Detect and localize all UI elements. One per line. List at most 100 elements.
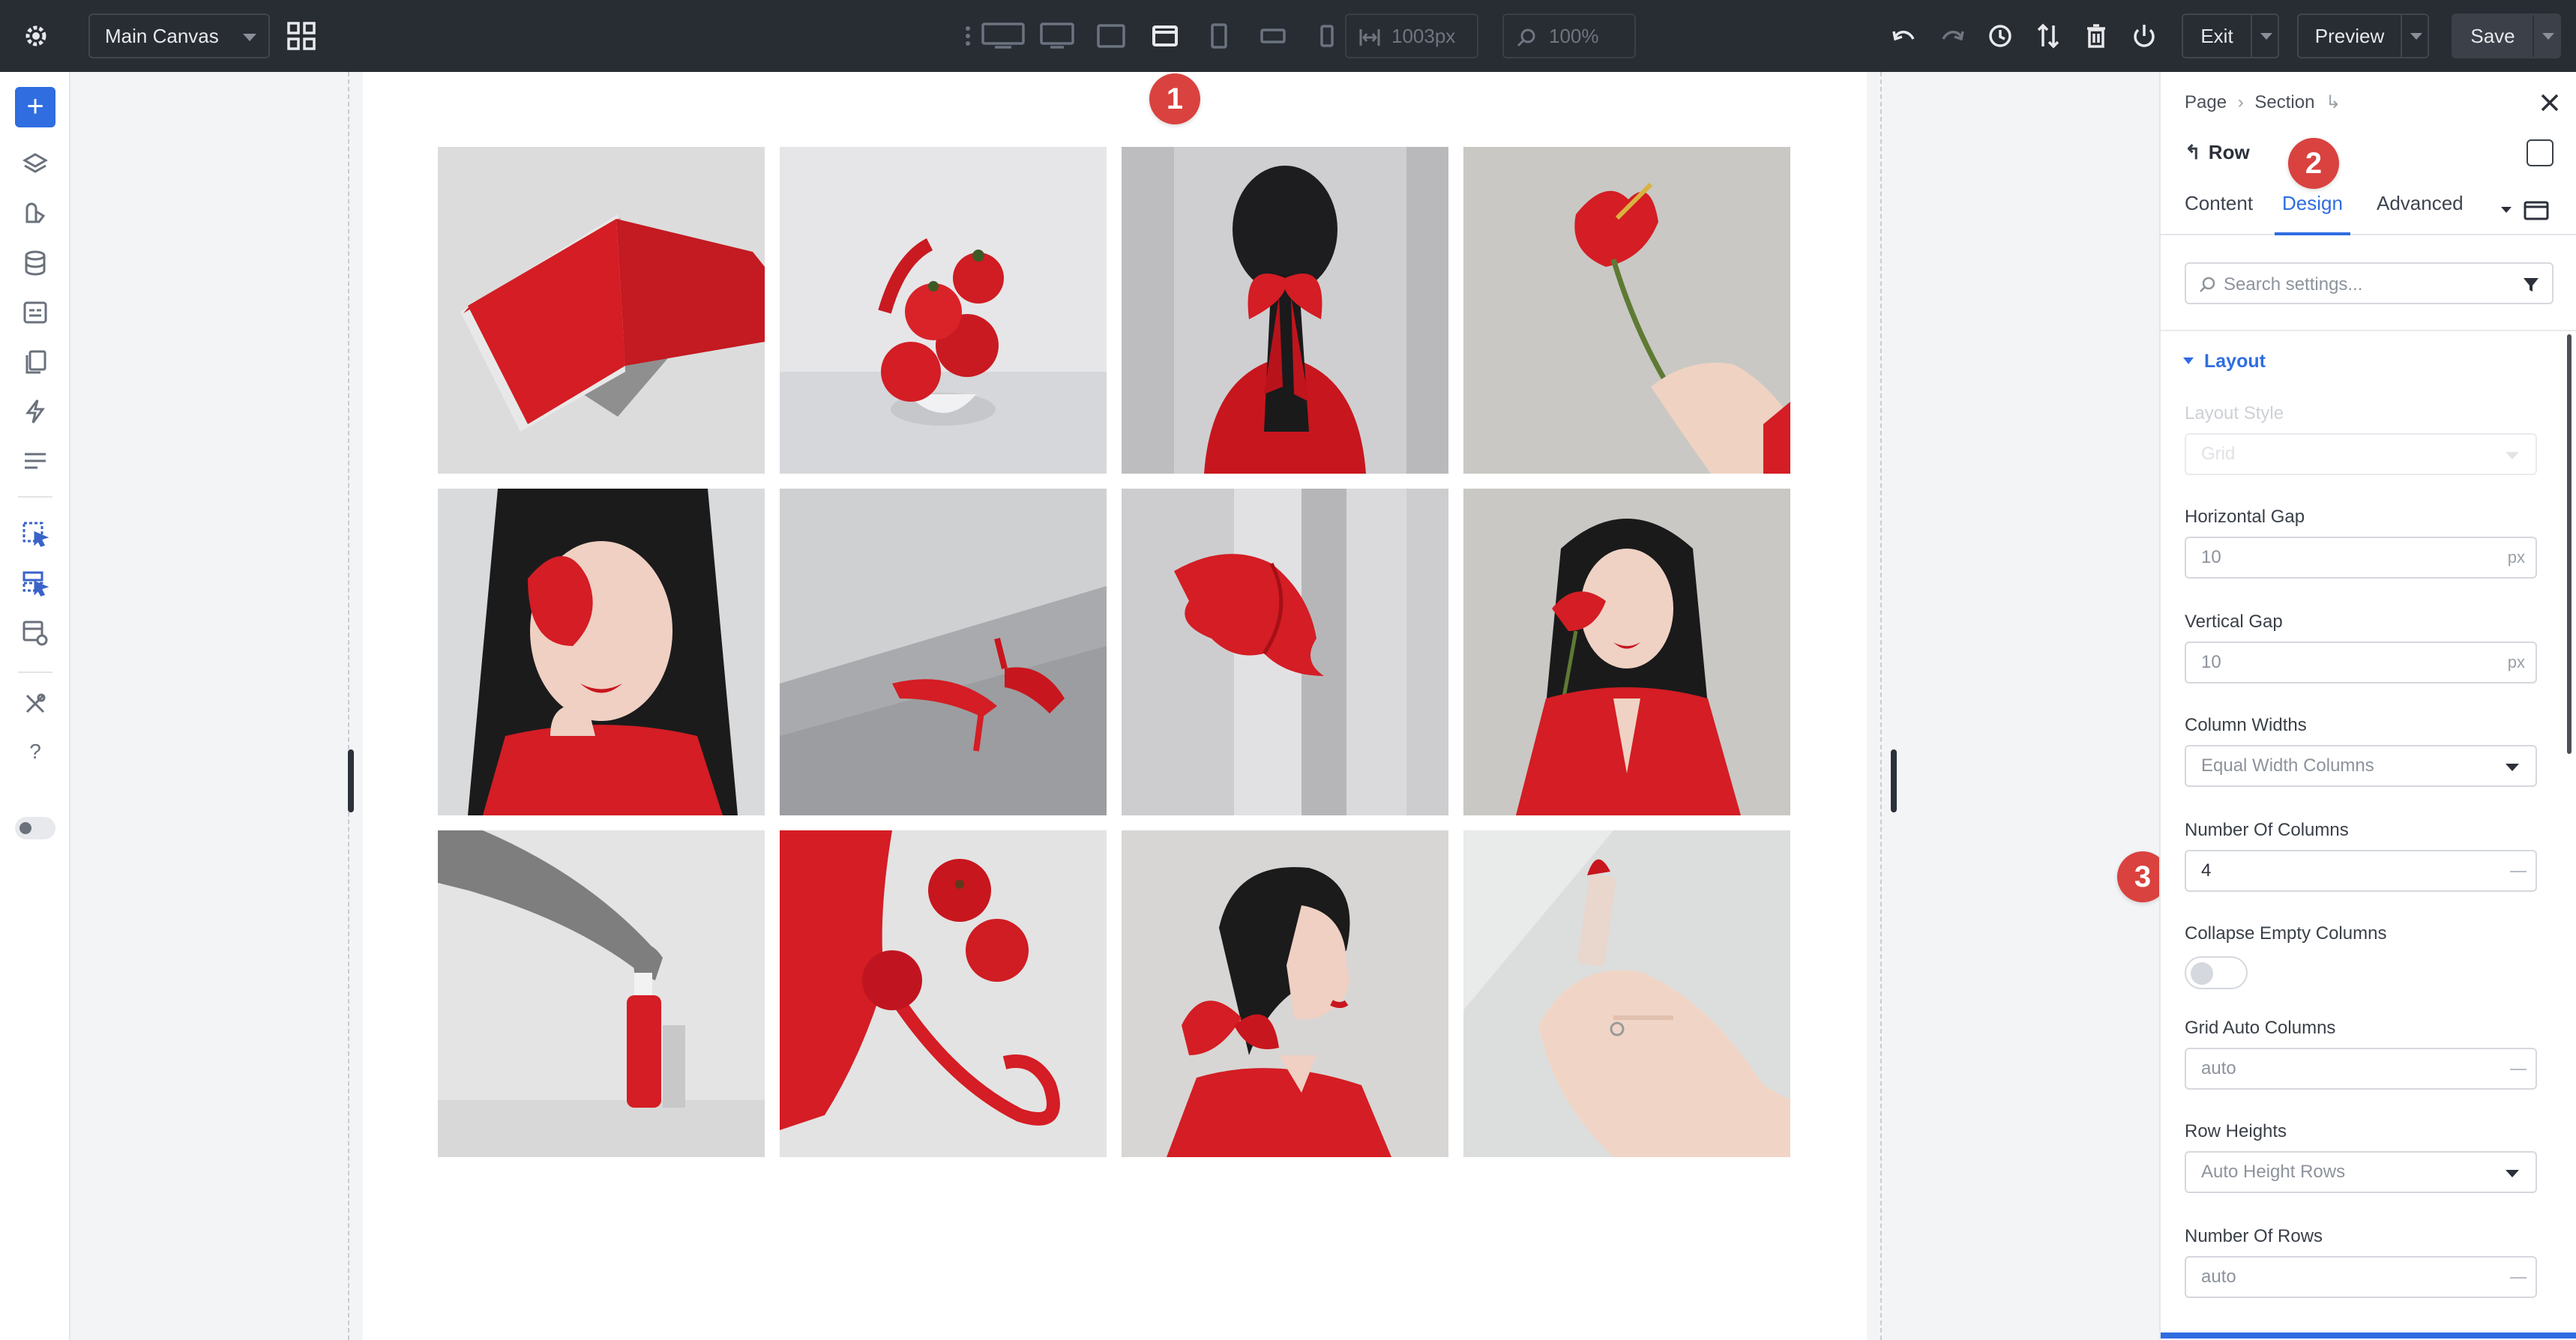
settings-search-input[interactable]: Search settings... [2185,262,2554,304]
dark-mode-toggle[interactable] [15,817,55,839]
chevron-down-icon [2506,1170,2519,1177]
gallery-image-red-book[interactable] [438,147,765,474]
view-desktop-wide[interactable] [981,18,1026,54]
exit-dropdown-toggle[interactable] [2251,15,2278,57]
reset-dash-icon[interactable] [2510,1069,2527,1070]
view-phone-landscape[interactable] [1251,18,1295,54]
grid-auto-columns-input[interactable]: auto [2185,1048,2537,1090]
preview-button[interactable]: Preview [2297,13,2429,58]
filter-icon[interactable] [2522,276,2540,294]
redo-icon[interactable] [1937,21,1967,51]
help-icon[interactable]: ? [19,736,51,767]
horizontal-gap-unit[interactable]: px [2508,538,2525,577]
gallery-image-anthurium-hand[interactable] [1463,147,1790,474]
tab-content[interactable]: Content [2185,192,2253,235]
pages-icon[interactable] [19,346,51,378]
settings-gear-icon[interactable] [19,19,52,52]
add-module-button[interactable]: + [15,87,55,127]
layers-icon[interactable] [19,148,51,180]
canvas-resize-handle-right[interactable] [1891,749,1897,812]
number-of-columns-input[interactable]: 4 [2185,850,2537,892]
desktop-wide-icon [981,22,1025,49]
gallery-image-red-bottle[interactable] [438,830,765,1157]
layout-settings-icon[interactable] [19,618,51,649]
tools-icon[interactable] [19,688,51,719]
reset-dash-icon[interactable] [2510,1277,2527,1279]
breadcrumb-page[interactable]: Page [2185,92,2227,112]
canvas-guide-left [348,72,349,1340]
panel-bottom-accent [2161,1333,2576,1339]
sort-arrows-icon[interactable] [2033,21,2063,51]
portability-icon[interactable] [19,297,51,328]
save-button-label: Save [2470,25,2515,47]
select-row-icon[interactable] [19,568,51,600]
canvas-guide-right [1880,72,1882,1340]
back-arrow-icon[interactable]: ↰ [2185,141,2201,164]
gallery-image-woman-flower-holding[interactable] [1463,489,1790,815]
horizontal-gap-value: 10 [2201,547,2221,567]
view-phone[interactable] [1304,18,1349,54]
panel-scrollbar[interactable] [2567,334,2572,754]
row-heights-select[interactable]: Auto Height Rows [2185,1151,2537,1193]
vertical-gap-value: 10 [2201,652,2221,672]
toolbar-divider [18,496,52,498]
image-grid-row[interactable] [438,147,1790,1157]
woman-flower-holding-icon [1463,489,1790,815]
preview-dropdown-toggle[interactable] [2401,15,2428,57]
view-desktop[interactable] [1035,18,1080,54]
gallery-image-ribbon-hair[interactable] [1122,147,1448,474]
tab-overflow-icon[interactable] [2498,199,2551,222]
tablet-landscape-icon [1097,24,1125,48]
zoom-field[interactable]: 100% [1502,13,1636,58]
save-button[interactable]: Save [2452,13,2561,58]
column-widths-select[interactable]: Equal Width Columns [2185,745,2537,787]
caret-down-icon [2183,357,2194,364]
presets-icon[interactable] [19,445,51,477]
toggle-knob [2191,962,2213,985]
layout-section-toggle[interactable]: Layout [2183,351,2266,372]
select-module-icon[interactable] [19,519,51,550]
reset-dash-icon[interactable] [2510,871,2527,872]
number-of-columns-value: 4 [2201,860,2212,881]
canvases-grid-icon[interactable] [286,21,316,51]
view-tablet-portrait[interactable] [1197,18,1242,54]
history-clock-icon[interactable] [1985,21,2015,51]
number-of-rows-input[interactable]: auto [2185,1256,2537,1298]
tab-advanced[interactable]: Advanced [2377,192,2464,235]
vertical-gap-unit[interactable]: px [2508,643,2525,682]
view-tablet[interactable] [1143,18,1188,54]
gallery-image-woman-flower-eye[interactable] [438,489,765,815]
gallery-image-woman-profile[interactable] [1122,830,1448,1157]
canvas-select[interactable]: Main Canvas [88,13,270,58]
tab-design[interactable]: Design [2275,192,2350,235]
close-icon[interactable] [2539,91,2561,114]
panel-options-icon[interactable] [2527,139,2554,166]
trash-icon[interactable] [2081,21,2111,51]
breadcrumb-return-icon[interactable]: ↳ [2326,92,2341,112]
gallery-image-red-heels[interactable] [780,489,1107,815]
power-icon[interactable] [2129,21,2159,51]
collapse-empty-columns-toggle[interactable] [2185,956,2248,989]
layout-style-select: Grid [2185,433,2537,475]
database-icon[interactable] [19,247,51,279]
save-dropdown-toggle[interactable] [2533,15,2560,57]
gallery-image-lipstick-hand[interactable] [1463,830,1790,1157]
view-tablet-landscape[interactable] [1089,18,1134,54]
flying-scarf-icon [1122,489,1448,815]
exit-button[interactable]: Exit [2182,13,2279,58]
canvas-width-field[interactable]: 1003px [1345,13,1478,58]
phone-landscape-icon [1260,28,1286,43]
lightning-icon[interactable] [19,396,51,427]
canvas-resize-handle-left[interactable] [348,749,354,812]
gallery-image-tomatoes[interactable] [780,147,1107,474]
undo-icon[interactable] [1889,21,1919,51]
layout-style-value: Grid [2201,444,2236,464]
vertical-gap-input[interactable]: 10 px [2185,642,2537,683]
theme-builder-icon[interactable] [19,198,51,229]
gallery-image-red-bag-apples[interactable] [780,830,1107,1157]
breadcrumb-section[interactable]: Section [2254,92,2314,112]
element-title-label: Row [2208,141,2250,163]
horizontal-gap-input[interactable]: 10 px [2185,537,2537,579]
left-toolbar: + ? [0,72,70,1340]
gallery-image-flying-scarf[interactable] [1122,489,1448,815]
